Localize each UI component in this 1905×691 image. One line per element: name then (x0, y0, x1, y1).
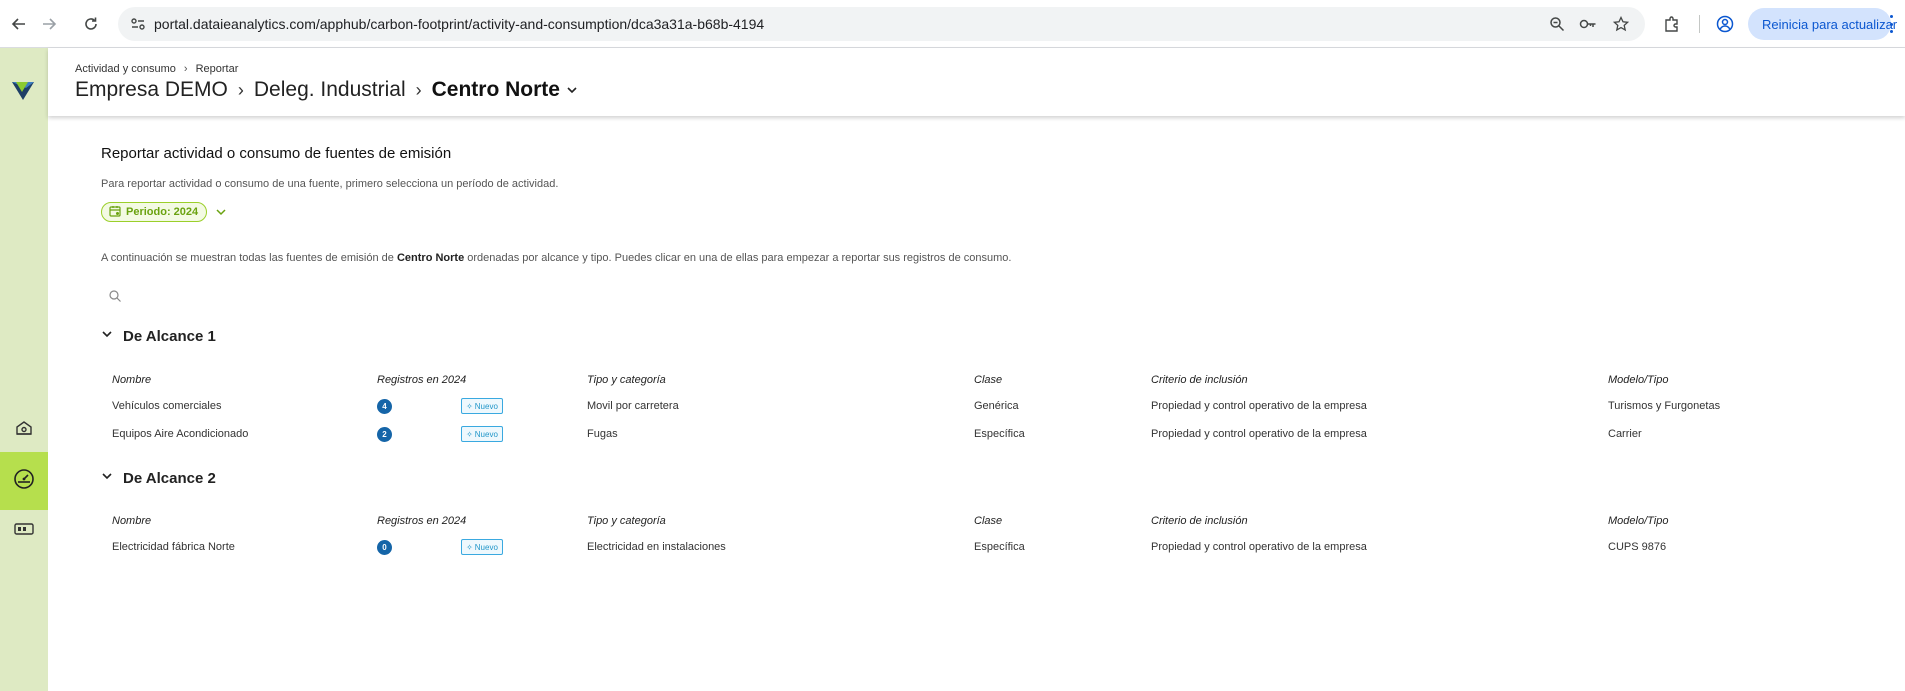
column-header-model: Modelo/Tipo (1608, 515, 1669, 527)
chevron-down-icon (101, 469, 113, 487)
column-header-records: Registros en 2024 (377, 374, 467, 386)
side-rail (0, 48, 48, 691)
bookmark-star-icon[interactable] (1611, 14, 1631, 34)
breadcrumb-activity[interactable]: Actividad y consumo (75, 63, 176, 75)
brand-logo-icon[interactable] (10, 76, 36, 102)
row-class: Específica (974, 428, 1025, 440)
row-model: CUPS 9876 (1608, 541, 1667, 553)
rail-home[interactable] (0, 410, 48, 450)
sparkle-icon: ✧ (466, 429, 473, 439)
page-title: Reportar actividad o consumo de fuentes … (101, 145, 452, 162)
url-text[interactable]: portal.dataieanalytics.com/apphub/carbon… (154, 16, 764, 32)
table-row[interactable]: Equipos Aire Acondicionado 2 ✧ Nuevo Fuga… (101, 423, 1891, 445)
toolbar-divider (1699, 15, 1700, 33)
row-model: Turismos y Furgonetas (1608, 400, 1721, 412)
search-input[interactable] (128, 284, 528, 306)
column-header-records: Registros en 2024 (377, 515, 467, 527)
row-name: Vehículos comerciales (112, 400, 222, 412)
records-count-badge: 2 (377, 427, 392, 442)
reload-icon[interactable] (79, 12, 103, 36)
group-header-scope-2[interactable]: De Alcance 2 (101, 469, 216, 487)
column-header-name: Nombre (112, 374, 152, 386)
period-label: Periodo: 2024 (126, 206, 199, 218)
row-name: Equipos Aire Acondicionado (112, 428, 249, 440)
chevron-down-icon[interactable] (213, 204, 229, 220)
column-header-type: Tipo y categoría (587, 515, 666, 527)
row-type: Fugas (587, 428, 618, 440)
breadcrumb-report[interactable]: Reportar (196, 63, 239, 75)
column-header-class: Clase (974, 515, 1003, 527)
new-record-button[interactable]: ✧ Nuevo (461, 398, 503, 414)
dashboard-gauge-icon (12, 467, 36, 496)
card-icon (14, 522, 34, 541)
chevron-right-icon: › (237, 79, 244, 100)
rail-cards[interactable] (0, 511, 48, 551)
breadcrumb-delegation[interactable]: Deleg. Industrial (254, 78, 406, 102)
back-icon[interactable] (7, 12, 31, 36)
address-bar[interactable]: portal.dataieanalytics.com/apphub/carbon… (118, 7, 1645, 41)
breadcrumb-center[interactable]: Centro Norte (432, 78, 560, 102)
group-header-scope-1[interactable]: De Alcance 1 (101, 327, 216, 345)
row-type: Electricidad en instalaciones (587, 541, 726, 553)
profile-icon[interactable] (1713, 12, 1737, 36)
column-header-model: Modelo/Tipo (1608, 374, 1669, 386)
column-header-criteria: Criterio de inclusión (1151, 374, 1248, 386)
chevron-right-icon: › (183, 63, 188, 75)
search-icon (108, 289, 122, 303)
column-header-name: Nombre (112, 515, 152, 527)
info-suffix: ordenadas por alcance y tipo. Puedes cli… (464, 252, 1012, 264)
table-row[interactable]: Vehículos comerciales 4 ✧ Nuevo Movil por… (101, 395, 1891, 417)
new-record-button[interactable]: ✧ Nuevo (461, 539, 503, 555)
row-class: Específica (974, 541, 1025, 553)
column-header-type: Tipo y categoría (587, 374, 666, 386)
zoom-icon[interactable] (1547, 14, 1567, 34)
records-count-badge: 4 (377, 399, 392, 414)
sparkle-icon: ✧ (466, 542, 473, 552)
main-content: Reportar actividad o consumo de fuentes … (48, 116, 1905, 691)
row-type: Movil por carretera (587, 400, 679, 412)
new-record-button[interactable]: ✧ Nuevo (461, 426, 503, 442)
page-header: Actividad y consumo › Reportar Empresa D… (48, 48, 1905, 116)
group-title: De Alcance 2 (123, 469, 216, 487)
breadcrumb-small: Actividad y consumo › Reportar (75, 63, 238, 75)
page-description: Para reportar actividad o consumo de una… (101, 178, 559, 190)
row-criteria: Propiedad y control operativo de la empr… (1151, 541, 1367, 553)
info-prefix: A continuación se muestran todas las fue… (101, 252, 397, 264)
chevron-down-icon (101, 327, 113, 345)
browser-toolbar: portal.dataieanalytics.com/apphub/carbon… (0, 0, 1905, 48)
breadcrumb: Empresa DEMO › Deleg. Industrial › Centr… (75, 78, 578, 102)
extensions-icon[interactable] (1660, 12, 1684, 36)
row-criteria: Propiedad y control operativo de la empr… (1151, 428, 1367, 440)
breadcrumb-company[interactable]: Empresa DEMO (75, 78, 228, 102)
row-model: Carrier (1608, 428, 1642, 440)
home-icon (14, 418, 34, 443)
update-button[interactable]: Reinicia para actualizar (1748, 8, 1897, 40)
password-key-icon[interactable] (1578, 14, 1598, 34)
chevron-right-icon: › (415, 79, 422, 100)
row-criteria: Propiedad y control operativo de la empr… (1151, 400, 1367, 412)
records-count-badge: 0 (377, 540, 392, 555)
column-header-criteria: Criterio de inclusión (1151, 515, 1248, 527)
forward-icon[interactable] (37, 12, 61, 36)
group-title: De Alcance 1 (123, 327, 216, 345)
info-text: A continuación se muestran todas las fue… (101, 252, 1011, 264)
table-row[interactable]: Electricidad fábrica Norte 0 ✧ Nuevo Elec… (101, 536, 1891, 558)
rail-dashboard[interactable] (0, 452, 48, 510)
menu-icon[interactable] (1889, 15, 1893, 33)
calendar-icon (109, 205, 121, 220)
sparkle-icon: ✧ (466, 401, 473, 411)
info-center: Centro Norte (396, 252, 465, 264)
site-info-icon[interactable] (130, 16, 146, 32)
chevron-down-icon[interactable] (566, 84, 578, 96)
row-class: Genérica (974, 400, 1019, 412)
row-name: Electricidad fábrica Norte (112, 541, 235, 553)
column-header-class: Clase (974, 374, 1003, 386)
period-selector[interactable]: Periodo: 2024 (101, 202, 208, 222)
